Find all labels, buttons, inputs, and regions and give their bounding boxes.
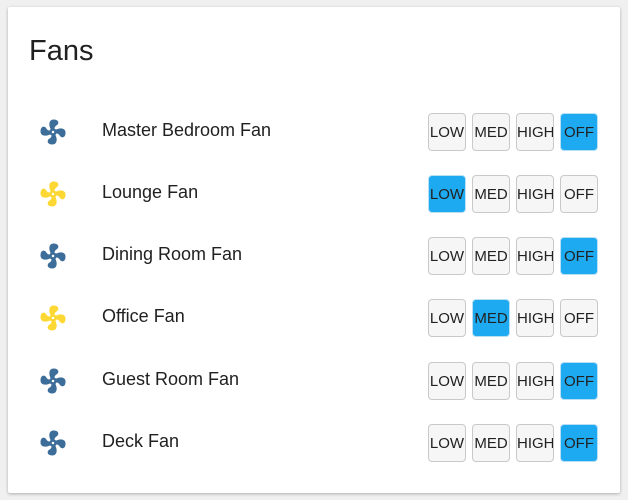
speed-med-button[interactable]: MED	[472, 237, 510, 275]
fan-row-master-bedroom: Master Bedroom Fan LOW MED HIGH OFF	[8, 106, 620, 158]
fan-row-deck: Deck Fan LOW MED HIGH OFF	[8, 417, 620, 469]
speed-off-button[interactable]: OFF	[560, 237, 598, 275]
fan-name: Office Fan	[102, 306, 185, 326]
fans-card: Fans Master Bedroom Fan LOW MED HIGH OFF…	[8, 7, 620, 493]
fan-glyph	[40, 368, 66, 394]
speed-low-button[interactable]: LOW	[428, 424, 466, 462]
speed-off-button[interactable]: OFF	[560, 175, 598, 213]
fan-row-lounge: Lounge Fan LOW MED HIGH OFF	[8, 168, 620, 220]
speed-off-button[interactable]: OFF	[560, 299, 598, 337]
fan-glyph	[40, 243, 66, 269]
fan-glyph	[40, 430, 66, 456]
speed-low-button[interactable]: LOW	[428, 175, 466, 213]
speed-high-button[interactable]: HIGH	[516, 362, 554, 400]
speed-low-button[interactable]: LOW	[428, 113, 466, 151]
fan-icon[interactable]	[38, 179, 68, 209]
fan-name: Master Bedroom Fan	[102, 120, 272, 140]
fan-icon[interactable]	[38, 428, 68, 458]
card-title: Fans	[29, 35, 94, 67]
speed-med-button[interactable]: MED	[472, 362, 510, 400]
speed-high-button[interactable]: HIGH	[516, 424, 554, 462]
fan-glyph	[40, 305, 66, 331]
speed-off-button[interactable]: OFF	[560, 362, 598, 400]
speed-off-button[interactable]: OFF	[560, 113, 598, 151]
fan-icon[interactable]	[38, 366, 68, 396]
speed-med-button[interactable]: MED	[472, 113, 510, 151]
speed-low-button[interactable]: LOW	[428, 237, 466, 275]
fan-icon[interactable]	[38, 303, 68, 333]
speed-low-button[interactable]: LOW	[428, 362, 466, 400]
fan-glyph	[40, 181, 66, 207]
fan-glyph	[40, 119, 66, 145]
speed-off-button[interactable]: OFF	[560, 424, 598, 462]
speed-low-button[interactable]: LOW	[428, 299, 466, 337]
fan-icon[interactable]	[38, 117, 68, 147]
speed-high-button[interactable]: HIGH	[516, 299, 554, 337]
speed-med-button[interactable]: MED	[472, 299, 510, 337]
speed-med-button[interactable]: MED	[472, 424, 510, 462]
speed-med-button[interactable]: MED	[472, 175, 510, 213]
fan-name: Deck Fan	[102, 431, 180, 451]
fan-row-dining-room: Dining Room Fan LOW MED HIGH OFF	[8, 230, 620, 282]
speed-high-button[interactable]: HIGH	[516, 113, 554, 151]
fan-row-guest-room: Guest Room Fan LOW MED HIGH OFF	[8, 355, 620, 407]
fan-name: Dining Room Fan	[102, 244, 243, 264]
fan-icon[interactable]	[38, 241, 68, 271]
speed-high-button[interactable]: HIGH	[516, 175, 554, 213]
speed-high-button[interactable]: HIGH	[516, 237, 554, 275]
fan-name: Guest Room Fan	[102, 369, 240, 389]
fan-row-office: Office Fan LOW MED HIGH OFF	[8, 292, 620, 344]
fan-name: Lounge Fan	[102, 182, 199, 202]
